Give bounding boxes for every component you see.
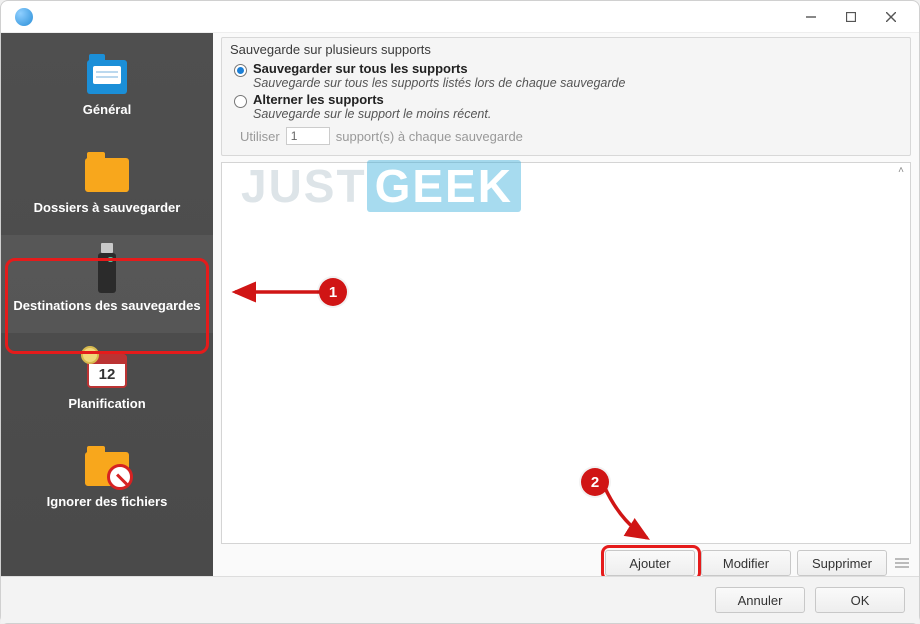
ok-button[interactable]: OK	[815, 587, 905, 613]
app-icon	[15, 8, 33, 26]
sidebar-item-label: Destinations des sauvegardes	[13, 299, 200, 314]
radio-label-title: Sauvegarder sur tous les supports	[253, 61, 625, 76]
sidebar-item-label: Ignorer des fichiers	[47, 495, 168, 510]
edit-button[interactable]: Modifier	[701, 550, 791, 576]
resize-handle-icon[interactable]	[893, 550, 911, 576]
calendar-icon: 12	[84, 350, 130, 392]
window-controls	[791, 3, 911, 31]
radio-label-title: Alterner les supports	[253, 92, 491, 107]
radio-option-alternate[interactable]: Alterner les supports Sauvegarde sur le …	[234, 92, 902, 121]
window-body: Général Dossiers à sauvegarder Destinati…	[1, 33, 919, 576]
content-area: Sauvegarde sur plusieurs supports Sauveg…	[213, 33, 919, 576]
stepper-prefix: Utiliser	[240, 129, 280, 144]
radio-label: Sauvegarder sur tous les supports Sauveg…	[253, 61, 625, 90]
group-title: Sauvegarde sur plusieurs supports	[230, 42, 902, 57]
support-count-input[interactable]	[286, 127, 330, 145]
calendar-day: 12	[99, 366, 116, 383]
radio-label-desc: Sauvegarde sur tous les supports listés …	[253, 76, 625, 90]
stepper-suffix: support(s) à chaque sauvegarde	[336, 129, 523, 144]
multi-support-group: Sauvegarde sur plusieurs supports Sauveg…	[221, 37, 911, 156]
sidebar-item-destinations[interactable]: Destinations des sauvegardes	[1, 235, 213, 333]
sidebar-item-label: Planification	[68, 397, 145, 412]
delete-button[interactable]: Supprimer	[797, 550, 887, 576]
titlebar	[1, 1, 919, 33]
minimize-icon	[806, 12, 816, 22]
settings-folder-icon	[84, 56, 130, 98]
sidebar-item-general[interactable]: Général	[1, 39, 213, 137]
maximize-icon	[846, 12, 856, 22]
sidebar-item-label: Dossiers à sauvegarder	[34, 201, 181, 216]
folder-blocked-icon	[84, 448, 130, 490]
minimize-button[interactable]	[791, 3, 831, 31]
sidebar-item-scheduling[interactable]: 12 Planification	[1, 333, 213, 431]
radio-label-desc: Sauvegarde sur le support le moins récen…	[253, 107, 491, 121]
close-icon	[886, 12, 896, 22]
sidebar-item-ignore[interactable]: Ignorer des fichiers	[1, 431, 213, 529]
stepper-row: Utiliser support(s) à chaque sauvegarde	[240, 127, 902, 145]
usb-icon	[84, 252, 130, 294]
list-buttons-row: Ajouter Modifier Supprimer	[221, 550, 911, 576]
app-window: Général Dossiers à sauvegarder Destinati…	[0, 0, 920, 624]
close-button[interactable]	[871, 3, 911, 31]
sidebar: Général Dossiers à sauvegarder Destinati…	[1, 33, 213, 576]
folder-icon	[84, 154, 130, 196]
sidebar-item-label: Général	[83, 103, 131, 118]
add-button[interactable]: Ajouter	[605, 550, 695, 576]
radio-label: Alterner les supports Sauvegarde sur le …	[253, 92, 491, 121]
destinations-list[interactable]: ˄	[221, 162, 911, 544]
cancel-button[interactable]: Annuler	[715, 587, 805, 613]
maximize-button[interactable]	[831, 3, 871, 31]
radio-option-all[interactable]: Sauvegarder sur tous les supports Sauveg…	[234, 61, 902, 90]
dialog-footer: Annuler OK	[1, 576, 919, 623]
radio-icon	[234, 95, 247, 108]
radio-icon	[234, 64, 247, 77]
scroll-up-icon[interactable]: ˄	[894, 165, 908, 179]
sidebar-item-folders[interactable]: Dossiers à sauvegarder	[1, 137, 213, 235]
